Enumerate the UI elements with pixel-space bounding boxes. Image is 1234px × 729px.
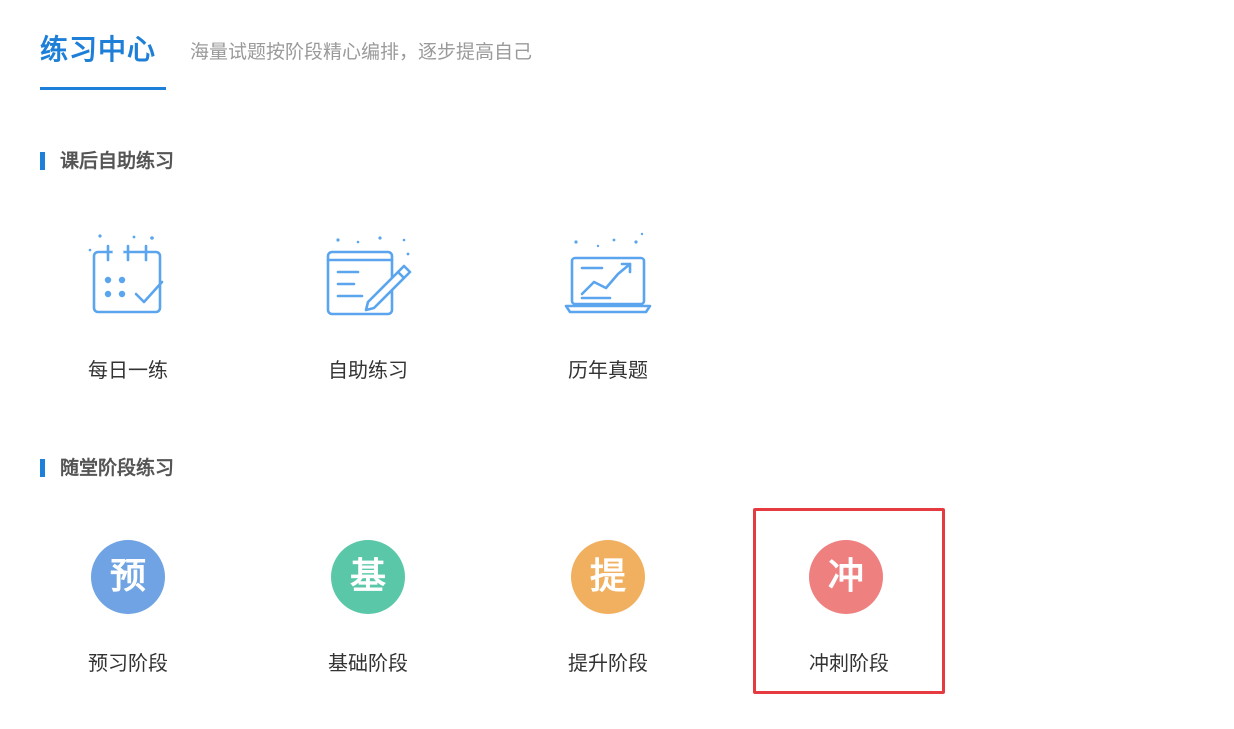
preview-badge-icon: 预 xyxy=(91,540,165,614)
tile-label: 自助练习 xyxy=(328,358,408,382)
sprint-badge-icon: 冲 xyxy=(809,540,883,614)
laptop-chart-icon xyxy=(564,232,652,314)
tile-daily-practice[interactable]: 每日一练 xyxy=(33,228,223,410)
tile-basic-stage[interactable]: 基 基础阶段 xyxy=(273,530,463,712)
tile-label: 每日一练 xyxy=(88,358,168,382)
basic-badge-icon: 基 xyxy=(331,540,405,614)
document-pen-icon xyxy=(326,236,412,316)
page-header: 练习中心 海量试题按阶段精心编排，逐步提高自己 xyxy=(40,28,1190,90)
tile-label: 预习阶段 xyxy=(88,651,168,675)
active-tab-underline xyxy=(40,87,166,90)
tile-improve-stage[interactable]: 提 提升阶段 xyxy=(513,530,703,712)
tile-label: 基础阶段 xyxy=(328,651,408,675)
tile-preview-stage[interactable]: 预 预习阶段 xyxy=(33,530,223,712)
section-marker xyxy=(40,459,45,477)
section-label: 课后自助练习 xyxy=(60,150,175,172)
section-heading-self-practice: 课后自助练习 xyxy=(40,150,174,172)
tile-label: 冲刺阶段 xyxy=(809,651,889,675)
tile-past-exams[interactable]: 历年真题 xyxy=(513,228,703,410)
section-marker xyxy=(40,152,45,170)
page-subtitle: 海量试题按阶段精心编排，逐步提高自己 xyxy=(190,41,533,63)
section-heading-stage-practice: 随堂阶段练习 xyxy=(40,457,174,479)
tile-label: 提升阶段 xyxy=(568,651,648,675)
section-label: 随堂阶段练习 xyxy=(60,457,175,479)
calendar-check-icon xyxy=(88,234,164,314)
page-title[interactable]: 练习中心 xyxy=(40,32,156,68)
tile-self-practice[interactable]: 自助练习 xyxy=(273,228,463,410)
tile-sprint-stage[interactable]: 冲 冲刺阶段 xyxy=(753,508,945,694)
tile-label: 历年真题 xyxy=(568,358,648,382)
improve-badge-icon: 提 xyxy=(571,540,645,614)
